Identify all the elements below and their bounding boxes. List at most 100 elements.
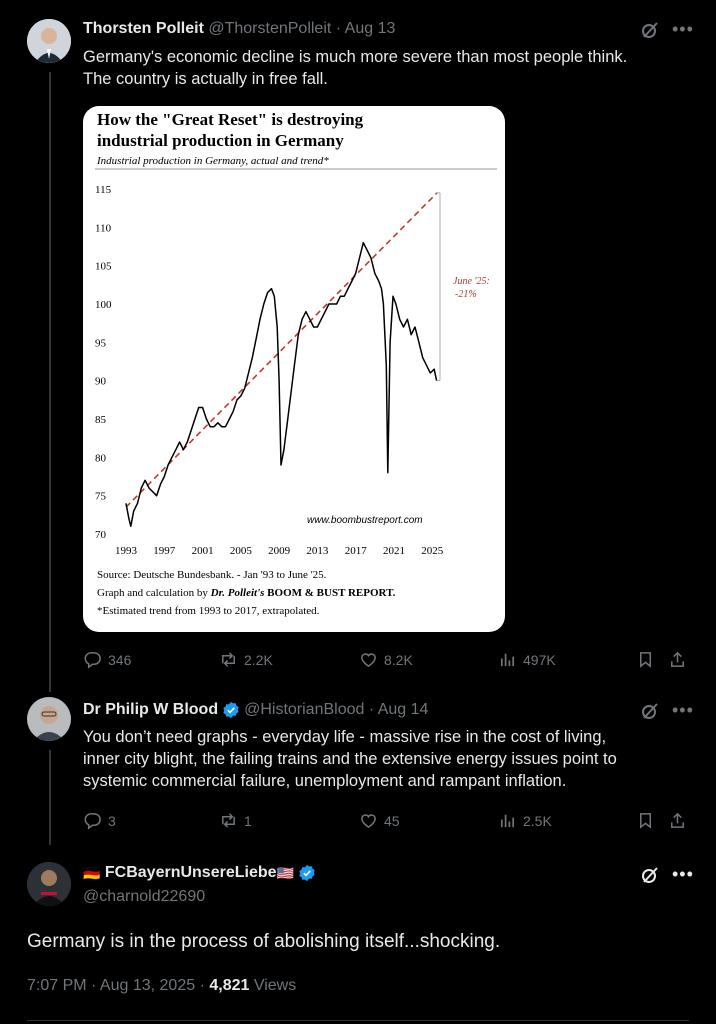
tweet-text-line: You don’t need graphs - everyday life - … bbox=[83, 728, 607, 746]
view-count: 4,821 bbox=[209, 977, 250, 994]
avatar[interactable] bbox=[27, 19, 71, 63]
like-count: 45 bbox=[384, 812, 400, 829]
avatar[interactable] bbox=[27, 862, 71, 906]
tweet-date[interactable]: · Aug 13 bbox=[336, 20, 396, 38]
like-icon bbox=[361, 814, 376, 829]
tweet-text-line: systemic commercial failure, unemploymen… bbox=[83, 772, 567, 790]
reply-button[interactable]: 346 bbox=[83, 650, 131, 669]
y-tick-label: 115 bbox=[95, 184, 112, 196]
thread-line bbox=[49, 750, 51, 845]
repost-button[interactable]: 2.2K bbox=[219, 650, 273, 669]
chart-subtitle: Industrial production in Germany, actual… bbox=[96, 155, 329, 167]
chart-title-line2: industrial production in Germany bbox=[97, 131, 344, 150]
views-icon bbox=[500, 653, 515, 667]
x-tick-label: 2009 bbox=[268, 545, 291, 557]
grok-icon[interactable] bbox=[640, 701, 660, 721]
views-count: 497K bbox=[523, 651, 556, 668]
chart-source-line3: *Estimated trend from 1993 to 2017, extr… bbox=[97, 605, 320, 617]
verified-icon bbox=[299, 864, 315, 882]
chart-title-line1: How the "Great Reset" is destroying bbox=[97, 110, 364, 129]
x-tick-label: 2025 bbox=[421, 545, 444, 557]
tweet-timestamp[interactable]: 7:07 PM · Aug 13, 2025 · bbox=[27, 977, 205, 994]
reply-icon bbox=[84, 813, 101, 830]
bookmark-button[interactable] bbox=[636, 650, 655, 669]
like-icon bbox=[361, 653, 376, 668]
tweet-meta: 7:07 PM · Aug 13, 2025 · 4,821 Views bbox=[27, 977, 296, 995]
chart-annotation-line1: June '25: bbox=[453, 276, 490, 287]
chart-svg: How the "Great Reset" is destroying indu… bbox=[95, 110, 497, 617]
x-tick-label: 1997 bbox=[153, 545, 176, 557]
author-name[interactable]: Dr Philip W Blood bbox=[83, 701, 218, 719]
y-tick-label: 95 bbox=[95, 337, 107, 349]
author-name[interactable]: Thorsten Polleit bbox=[83, 20, 204, 38]
repost-icon bbox=[222, 652, 235, 667]
grok-icon[interactable] bbox=[640, 865, 660, 885]
tweet-text: Germany is in the process of abolishing … bbox=[27, 931, 501, 952]
chart-source-report: BOOM & BUST REPORT. bbox=[264, 587, 395, 599]
verified-icon bbox=[223, 701, 239, 719]
y-tick-label: 110 bbox=[95, 222, 112, 234]
bookmark-icon bbox=[639, 652, 652, 668]
chart-source-line1: Source: Deutsche Bundesbank. - Jan '93 t… bbox=[97, 569, 327, 581]
views-button[interactable]: 2.5K bbox=[498, 811, 552, 830]
tweet-actions: 346 2.2K 8.2K 497K bbox=[83, 650, 693, 674]
chart-watermark: www.boombustreport.com bbox=[307, 515, 423, 526]
y-tick-label: 75 bbox=[95, 491, 107, 503]
like-button[interactable]: 45 bbox=[359, 811, 400, 830]
share-button[interactable] bbox=[668, 650, 687, 669]
tweet-actions: 3 1 45 2.5K bbox=[83, 811, 693, 835]
like-button[interactable]: 8.2K bbox=[359, 650, 413, 669]
chart-source-author: Dr. Polleit's bbox=[210, 587, 265, 599]
flag-germany: 🇩🇪 bbox=[83, 864, 101, 881]
tweet-text-line: Germany's economic decline is much more … bbox=[83, 48, 628, 66]
x-tick-label: 1993 bbox=[115, 545, 138, 557]
chart-annotation-line2: -21% bbox=[455, 289, 477, 300]
tweet-text-line: The country is actually in free fall. bbox=[83, 70, 328, 88]
y-tick-label: 80 bbox=[95, 452, 107, 464]
avatar[interactable] bbox=[27, 697, 71, 741]
production-line bbox=[125, 241, 438, 528]
reply-count: 3 bbox=[108, 812, 116, 829]
repost-icon bbox=[222, 813, 235, 828]
author-handle[interactable]: @HistorianBlood bbox=[244, 701, 364, 719]
divider bbox=[27, 1020, 689, 1021]
x-tick-label: 2005 bbox=[230, 545, 253, 557]
y-tick-label: 105 bbox=[95, 261, 112, 273]
reply-count: 346 bbox=[108, 651, 132, 668]
repost-count: 2.2K bbox=[244, 651, 273, 668]
y-tick-label: 85 bbox=[95, 414, 107, 426]
bookmark-button[interactable] bbox=[636, 811, 655, 830]
views-icon bbox=[500, 814, 515, 828]
x-tick-label: 2001 bbox=[192, 545, 214, 557]
repost-count: 1 bbox=[244, 812, 252, 829]
views-label: Views bbox=[253, 977, 297, 994]
bookmark-icon bbox=[639, 813, 652, 829]
more-icon[interactable]: ••• bbox=[672, 20, 694, 38]
tweet-text-line: inner city blight, the failing trains an… bbox=[83, 750, 617, 768]
x-tick-label: 2021 bbox=[383, 545, 405, 557]
views-count: 2.5K bbox=[523, 812, 552, 829]
author-handle[interactable]: @charnold22690 bbox=[83, 888, 205, 906]
more-icon[interactable]: ••• bbox=[672, 701, 694, 719]
share-button[interactable] bbox=[668, 811, 687, 830]
y-tick-label: 70 bbox=[95, 529, 107, 541]
author-name[interactable]: FCBayernUnsereLiebe bbox=[105, 864, 277, 882]
share-icon bbox=[671, 651, 684, 667]
x-tick-label: 2017 bbox=[345, 545, 368, 557]
y-tick-label: 90 bbox=[95, 376, 107, 388]
y-tick-label: 100 bbox=[95, 299, 112, 311]
chart-source-prefix: Graph and calculation by bbox=[97, 587, 211, 599]
author-handle[interactable]: @ThorstenPolleit bbox=[208, 20, 331, 38]
chart-image[interactable]: How the "Great Reset" is destroying indu… bbox=[83, 106, 505, 632]
tweet-date[interactable]: · Aug 14 bbox=[369, 701, 429, 719]
share-icon bbox=[671, 812, 684, 828]
reply-icon bbox=[84, 652, 101, 669]
more-icon[interactable]: ••• bbox=[672, 865, 694, 883]
x-tick-label: 2013 bbox=[306, 545, 329, 557]
reply-button[interactable]: 3 bbox=[83, 811, 116, 830]
grok-icon[interactable] bbox=[640, 20, 660, 40]
flag-usa: 🇺🇸 bbox=[276, 864, 294, 881]
views-button[interactable]: 497K bbox=[498, 650, 556, 669]
repost-button[interactable]: 1 bbox=[219, 811, 252, 830]
like-count: 8.2K bbox=[384, 651, 413, 668]
